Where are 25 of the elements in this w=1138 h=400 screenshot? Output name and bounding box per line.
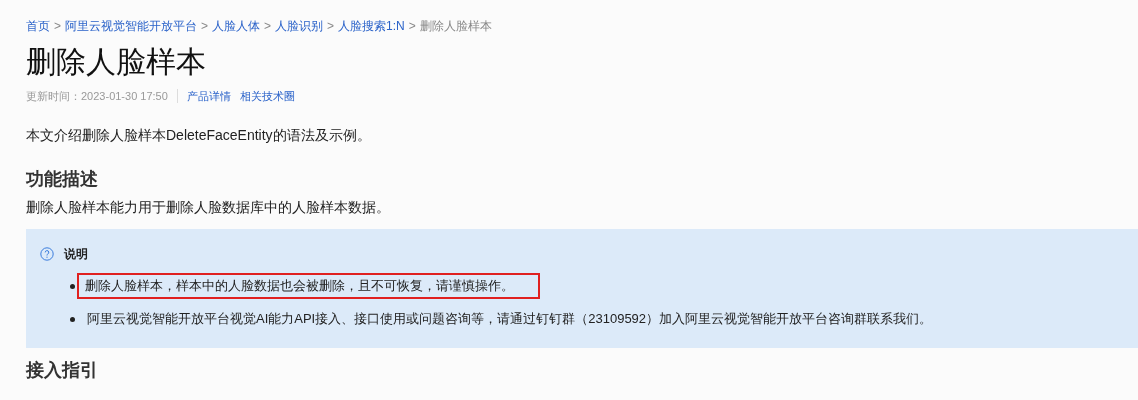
breadcrumb-current: 删除人脸样本 <box>419 18 492 35</box>
breadcrumb-link[interactable]: 阿里云视觉智能开放平台 <box>65 16 197 36</box>
intro-text: 本文介绍删除人脸样本DeleteFaceEntity的语法及示例。 <box>26 126 372 145</box>
meta-link[interactable]: 产品详情 <box>186 88 231 104</box>
breadcrumb-separator: > <box>54 18 61 35</box>
breadcrumb-separator: > <box>201 18 209 35</box>
section-text: 删除人脸样本能力用于删除人脸数据库中的人脸样本数据。 <box>26 198 391 217</box>
note-item: 阿里云视觉智能开放平台视觉AI能力API接入、接口使用或问题咨询等，请通过钉钉群（23109592）加入阿里云视觉智能开放平台咨询群联系我们。 <box>86 310 934 328</box>
breadcrumb-link[interactable]: 人脸搜索1:N <box>338 16 405 36</box>
update-time: 更新时间：2023-01-30 17:50 <box>26 89 168 104</box>
meta-link[interactable]: 相关技术圈 <box>239 88 295 104</box>
bullet-icon <box>70 283 75 289</box>
breadcrumb-link[interactable]: 人脸人体 <box>212 16 261 36</box>
breadcrumb-link[interactable]: 首页 <box>26 16 50 36</box>
breadcrumb-separator: > <box>327 18 335 35</box>
breadcrumb-separator: > <box>264 18 272 35</box>
breadcrumb-link[interactable]: 人脸识别 <box>275 16 324 36</box>
bullet-icon <box>70 316 75 322</box>
breadcrumb-separator: > <box>408 18 416 35</box>
page-title: 删除人脸样本 <box>26 44 207 80</box>
note-item: 删除人脸样本，样本中的人脸数据也会被删除，且不可恢复，请谨慎操作。 <box>77 273 540 299</box>
note-title: 说明 <box>64 246 88 263</box>
section-heading: 功能描述 <box>26 168 99 191</box>
help-icon <box>40 247 54 261</box>
section-heading: 接入指引 <box>26 359 99 382</box>
